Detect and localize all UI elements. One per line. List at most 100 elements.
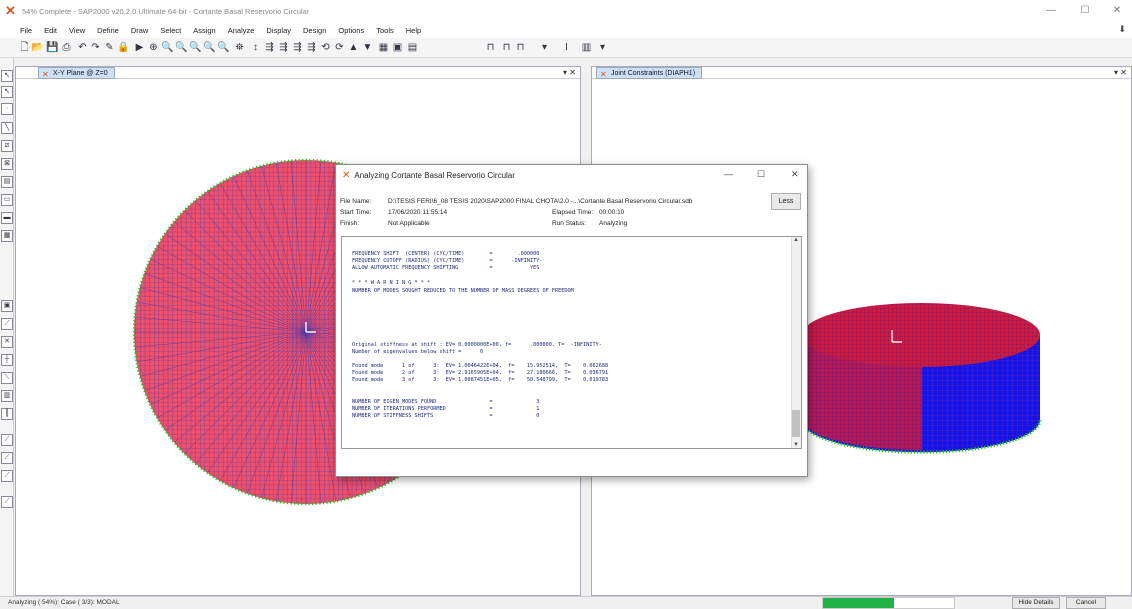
set-display-icon[interactable]: ⟳ [333, 40, 346, 56]
more-tools-dropdown[interactable]: ▾ [596, 40, 609, 56]
area-section-icon[interactable]: ▥ [580, 40, 593, 56]
close-button[interactable]: ✕ [1100, 0, 1132, 22]
log-line: Number of eigenvalues below shift = 0 [352, 349, 484, 355]
download-icon[interactable]: ⬇ [1118, 24, 1126, 35]
draw-frame-icon[interactable]: ╲ [1, 122, 13, 134]
frame-section-icon[interactable]: ⊓ [484, 40, 497, 56]
log-scrollbar[interactable]: ▲ ▼ [791, 237, 801, 448]
print-icon[interactable]: ⎙ [60, 40, 73, 56]
log-line: * * * W A R N I N G * * * [352, 280, 431, 286]
yz-view-icon[interactable]: ⇶ [277, 40, 290, 56]
snap-ends-icon[interactable]: ┼ [1, 354, 13, 366]
dialog-maximize-button[interactable]: ☐ [757, 169, 765, 180]
zoom-out-icon[interactable]: 🔍 [189, 40, 202, 56]
minimize-button[interactable]: — [1034, 0, 1068, 22]
xz-view-icon[interactable]: ⇶ [263, 40, 276, 56]
sap-app-icon: ✕ [5, 3, 16, 18]
tab-xy-plane[interactable]: ✕ X-Y Plane @ Z=0 [38, 67, 115, 79]
pan-icon[interactable]: 🔍 [203, 40, 216, 56]
hide-details-button[interactable]: Hide Details [1012, 597, 1060, 609]
menu-tools[interactable]: Tools [376, 26, 394, 35]
move-up-icon[interactable]: ▲ [347, 40, 360, 56]
menu-draw[interactable]: Draw [131, 26, 149, 35]
finish-value: Not Applicable [388, 220, 430, 227]
log-line: NUMBER OF ITERATIONS PERFORMED = 1 [352, 406, 540, 412]
draw-area-icon[interactable]: ▭ [1, 194, 13, 206]
menu-options[interactable]: Options [338, 26, 364, 35]
line-section-dropdown[interactable]: ▾ [538, 40, 551, 56]
snap-points-icon[interactable]: ✕ [1, 336, 13, 348]
log-scrollbar-thumb[interactable] [792, 410, 800, 437]
redo-icon[interactable]: ↷ [89, 40, 102, 56]
frame-display-icon[interactable]: ⊓ [500, 40, 513, 56]
perspective-icon[interactable]: ⇶ [305, 40, 318, 56]
menu-design[interactable]: Design [303, 26, 326, 35]
more-display-icon[interactable]: ▤ [406, 40, 419, 56]
draw-dimension-icon[interactable]: ⟋ [1, 496, 13, 508]
draw-section-cut-icon[interactable]: ⟋ [1, 318, 13, 330]
beam-section-icon[interactable]: I [560, 40, 573, 56]
menu-display[interactable]: Display [266, 26, 291, 35]
3d-view-icon[interactable]: ⛯ [233, 40, 246, 56]
xy-view-icon[interactable]: ↕ [249, 40, 262, 56]
menu-assign[interactable]: Assign [193, 26, 216, 35]
draw-link-icon[interactable]: ▤ [1, 176, 13, 188]
open-model-icon[interactable]: 📂 [31, 40, 44, 56]
rotate-view-icon[interactable]: ⟲ [319, 40, 332, 56]
menu-view[interactable]: View [69, 26, 85, 35]
run-analysis-icon[interactable]: ▶ [133, 40, 146, 56]
draw-tendon-icon[interactable]: ⟋ [1, 434, 13, 446]
pane-controls[interactable]: ▾ ✕ [563, 67, 576, 79]
draw-brace-icon[interactable]: ⊠ [1, 158, 13, 170]
quick-draw-area-icon[interactable]: ▦ [1, 230, 13, 242]
zoom-previous-icon[interactable]: 🔍 [217, 40, 230, 56]
refresh-icon[interactable]: ✎ [103, 40, 116, 56]
log-line: Found mode 3 of 3: EV= 1.0087451E+05, f=… [352, 377, 609, 383]
less-button[interactable]: Less [771, 193, 801, 210]
snap-lines-icon[interactable]: ┃ [1, 408, 13, 420]
menu-file[interactable]: File [20, 26, 32, 35]
draw-cable-icon[interactable]: ⟋ [1, 452, 13, 464]
restore-view-icon[interactable]: 🔍 [161, 40, 174, 56]
draw-special-joint-icon[interactable]: ⟋ [1, 470, 13, 482]
dialog-close-button[interactable]: ✕ [791, 169, 799, 180]
move-down-icon[interactable]: ▼ [361, 40, 374, 56]
pointer-icon[interactable]: ↖ [1, 70, 13, 82]
display-options-icon[interactable]: ▣ [391, 40, 404, 56]
draw-solid-icon[interactable]: ▣ [1, 300, 13, 312]
snap-perpendicular-icon[interactable]: ▥ [1, 390, 13, 402]
sap-app-icon: ✕ [342, 170, 351, 181]
dialog-minimize-button[interactable]: — [724, 169, 733, 179]
log-line: FREQUENCY CUTOFF (RADIUS) (CYC/TIME) = -… [352, 258, 543, 264]
maximize-button[interactable]: ☐ [1068, 0, 1102, 22]
pane-controls[interactable]: ▾ ✕ [1114, 67, 1127, 79]
title-bar: ✕ 54% Complete - SAP2000 v20.2.0 Ultimat… [0, 0, 1132, 22]
new-model-icon[interactable]: 🗋 [18, 40, 31, 56]
snap-intersection-icon[interactable]: ⟍ [1, 372, 13, 384]
window-title: 54% Complete - SAP2000 v20.2.0 Ultimate … [22, 6, 310, 16]
analysis-log[interactable]: FREQUENCY SHIFT (CENTER) (CYC/TIME) = .0… [341, 236, 802, 449]
zoom-in-icon[interactable]: 🔍 [175, 40, 188, 56]
menu-analyze[interactable]: Analyze [228, 26, 255, 35]
tab-joint-constraints[interactable]: ✕ Joint Constraints (DIAPH1) [596, 67, 703, 79]
save-icon[interactable]: 💾 [46, 40, 59, 56]
file-name-value: D:\TESIS FERI\6_08 TESIS 2020\SAP2000 FI… [388, 198, 693, 205]
menu-define[interactable]: Define [97, 26, 119, 35]
menu-select[interactable]: Select [160, 26, 181, 35]
shell-section-icon[interactable]: ⊓ [514, 40, 527, 56]
draw-point-icon[interactable]: · [1, 103, 13, 115]
scroll-down-icon[interactable]: ▼ [793, 442, 799, 448]
rubber-band-zoom-icon[interactable]: ⊕ [147, 40, 160, 56]
quick-draw-frame-icon[interactable]: ⧄ [1, 140, 13, 152]
scroll-up-icon[interactable]: ▲ [793, 237, 799, 243]
reshape-icon[interactable]: ↖ [1, 86, 13, 98]
draw-rect-area-icon[interactable]: ▬ [1, 212, 13, 224]
show-tables-icon[interactable]: ▦ [377, 40, 390, 56]
tank-roof [802, 303, 1040, 367]
cancel-button[interactable]: Cancel [1066, 597, 1106, 609]
undo-icon[interactable]: ↶ [76, 40, 89, 56]
nv-view-icon[interactable]: ⇶ [291, 40, 304, 56]
lock-icon[interactable]: 🔒 [117, 40, 130, 56]
menu-help[interactable]: Help [406, 26, 421, 35]
menu-edit[interactable]: Edit [44, 26, 57, 35]
